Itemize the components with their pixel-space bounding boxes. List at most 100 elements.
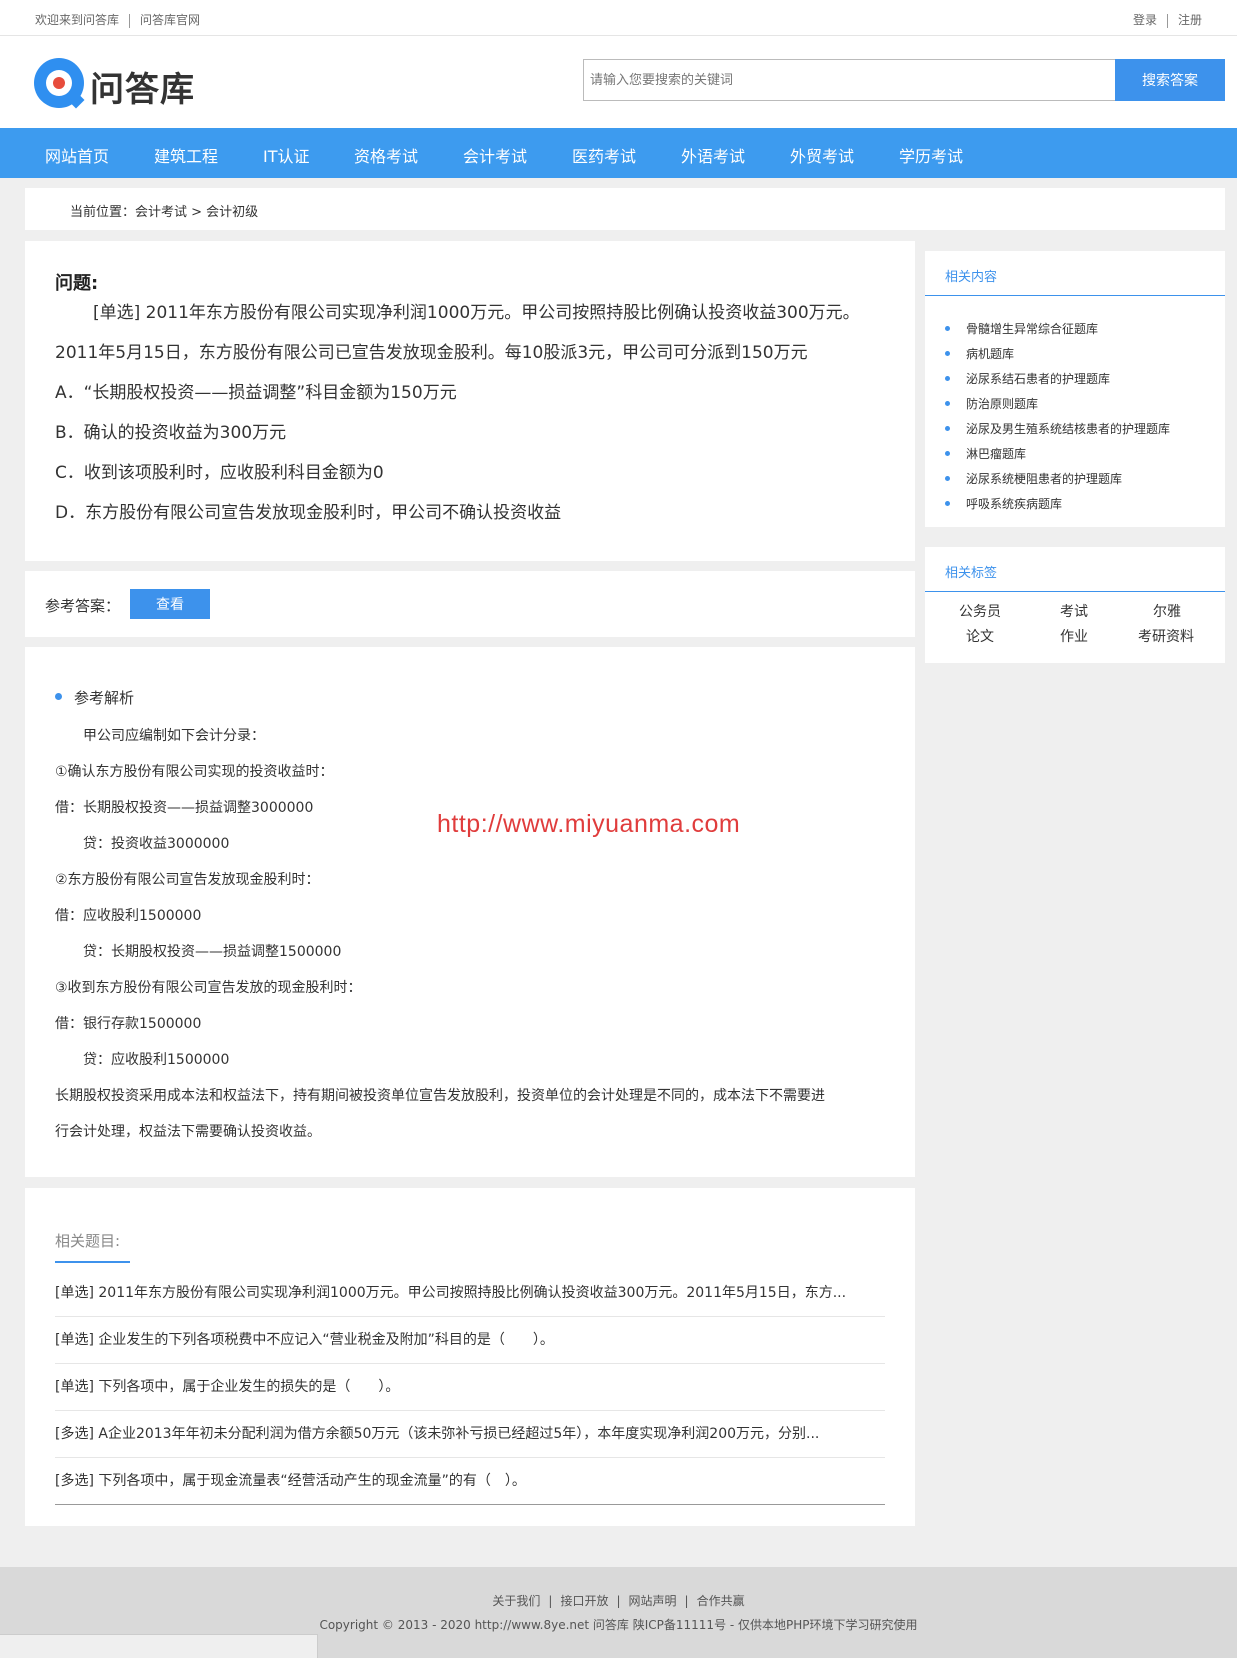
search-box: 搜索答案 bbox=[583, 59, 1225, 101]
footer: 关于我们 | 接口开放 | 网站声明 | 合作共赢 Copyright © 2013 - 2… bbox=[0, 1567, 1237, 1658]
sidebar-related-list: 骨髓增生异常综合征题库 病机题库 泌尿系结石患者的护理题库 防治原则题库 泌尿及… bbox=[945, 317, 1170, 517]
tag-item[interactable]: 考试 bbox=[1060, 601, 1088, 621]
related-question-item[interactable]: [单选] 下列各项中，属于企业发生的损失的是（ ）。 bbox=[55, 1364, 885, 1411]
bullet-icon bbox=[945, 401, 950, 406]
bullet-icon bbox=[945, 501, 950, 506]
search-input[interactable] bbox=[583, 59, 1115, 101]
divider bbox=[129, 13, 131, 28]
related-questions-card: 相关题目: [单选] 2011年东方股份有限公司实现净利润1000万元。甲公司按… bbox=[25, 1188, 915, 1526]
answer-card: 参考答案： 查看 bbox=[25, 571, 915, 637]
sidebar-related-label: 淋巴瘤题库 bbox=[966, 447, 1027, 461]
answer-label: 参考答案： bbox=[45, 597, 121, 615]
footer-link-cooperation[interactable]: 合作共赢 bbox=[697, 1594, 745, 1608]
explanation-line: 借：银行存款1500000 bbox=[55, 1016, 202, 1032]
sidebar-related-item[interactable]: 泌尿系统梗阻患者的护理题库 bbox=[945, 467, 1170, 492]
sidebar-tags-title: 相关标签 bbox=[945, 566, 998, 581]
tag-item[interactable]: 考研资料 bbox=[1138, 626, 1194, 646]
explanation-line: ③收到东方股份有限公司宣告发放的现金股利时： bbox=[55, 980, 362, 996]
explanation-line: 贷：应收股利1500000 bbox=[55, 1052, 230, 1068]
related-question-item[interactable]: [多选] A企业2013年年初未分配利润为借方余额50万元（该未弥补亏损已经超过… bbox=[55, 1411, 885, 1458]
related-question-item[interactable]: [单选] 2011年东方股份有限公司实现净利润1000万元。甲公司按照持股比例确… bbox=[55, 1270, 885, 1317]
nav-item-language[interactable]: 外语考试 bbox=[681, 143, 745, 167]
sidebar-related-label: 防治原则题库 bbox=[966, 397, 1039, 411]
sidebar-related-label: 病机题库 bbox=[966, 347, 1015, 361]
explanation-line: ②东方股份有限公司宣告发放现金股利时： bbox=[55, 872, 320, 888]
nav-item-it[interactable]: IT认证 bbox=[263, 143, 310, 167]
footer-copyright: Copyright © 2013 - 2020 http://www.8ye.n… bbox=[319, 1618, 918, 1632]
divider bbox=[925, 591, 1225, 592]
divider: | bbox=[616, 1594, 621, 1608]
sidebar-related-label: 骨髓增生异常综合征题库 bbox=[966, 322, 1099, 336]
register-link[interactable]: 注册 bbox=[1178, 13, 1202, 27]
option-a: A．“长期股权投资——损益调整”科目金额为150万元 bbox=[55, 383, 457, 403]
welcome-link[interactable]: 欢迎来到问答库 bbox=[35, 13, 119, 27]
header: 问答库 搜索答案 bbox=[0, 36, 1237, 128]
explanation-heading: 参考解析 bbox=[55, 687, 134, 708]
sidebar-related-content: 相关内容 骨髓增生异常综合征题库 病机题库 泌尿系结石患者的护理题库 防治原则题… bbox=[925, 251, 1225, 527]
nav-item-degree[interactable]: 学历考试 bbox=[899, 143, 963, 167]
tag-item[interactable]: 作业 bbox=[1060, 626, 1088, 646]
option-b: B．确认的投资收益为300万元 bbox=[55, 423, 287, 443]
explanation-text: 甲公司应编制如下会计分录： ①确认东方股份有限公司实现的投资收益时： 借：长期股… bbox=[55, 718, 885, 1150]
explanation-line: 借：应收股利1500000 bbox=[55, 908, 202, 924]
explanation-line: 贷：长期股权投资——损益调整1500000 bbox=[55, 944, 342, 960]
divider: | bbox=[548, 1594, 553, 1608]
footer-link-about[interactable]: 关于我们 bbox=[492, 1594, 540, 1608]
sidebar-related-item[interactable]: 防治原则题库 bbox=[945, 392, 1170, 417]
sidebar-related-item[interactable]: 骨髓增生异常综合征题库 bbox=[945, 317, 1170, 342]
tag-item[interactable]: 论文 bbox=[966, 626, 994, 646]
login-link[interactable]: 登录 bbox=[1133, 13, 1157, 27]
sidebar-related-item[interactable]: 淋巴瘤题库 bbox=[945, 442, 1170, 467]
explanation-line: 长期股权投资采用成本法和权益法下，持有期间被投资单位宣告发放股利，投资单位的会计… bbox=[55, 1088, 825, 1104]
sidebar-related-label: 泌尿系结石患者的护理题库 bbox=[966, 372, 1111, 386]
nav-item-medical[interactable]: 医药考试 bbox=[572, 143, 636, 167]
bullet-icon bbox=[55, 693, 62, 700]
logo-text: 问答库 bbox=[90, 70, 195, 110]
sidebar-related-label: 泌尿及男生殖系统结核患者的护理题库 bbox=[966, 422, 1171, 436]
explanation-heading-text: 参考解析 bbox=[74, 689, 135, 707]
view-answer-button[interactable]: 查看 bbox=[130, 589, 210, 619]
tag-item[interactable]: 公务员 bbox=[959, 601, 1001, 621]
nav-item-home[interactable]: 网站首页 bbox=[45, 143, 109, 167]
watermark-text: http://www.miyuanma.com bbox=[437, 810, 741, 838]
bullet-icon bbox=[945, 376, 950, 381]
divider: | bbox=[684, 1594, 689, 1608]
bottom-tab-strip bbox=[0, 1634, 318, 1658]
footer-link-statement[interactable]: 网站声明 bbox=[629, 1594, 677, 1608]
related-questions-title: 相关题目: bbox=[55, 1230, 130, 1263]
option-d: D．东方股份有限公司宣告发放现金股利时，甲公司不确认投资收益 bbox=[55, 503, 562, 523]
nav-item-qualification[interactable]: 资格考试 bbox=[354, 143, 418, 167]
sidebar-related-item[interactable]: 呼吸系统疾病题库 bbox=[945, 492, 1170, 517]
top-bar-left: 欢迎来到问答库 问答库官网 bbox=[35, 11, 200, 28]
related-question-item[interactable]: [多选] 下列各项中，属于现金流量表“经营活动产生的现金流量”的有（ ）。 bbox=[55, 1458, 885, 1505]
divider bbox=[1166, 13, 1168, 28]
sidebar-related-item[interactable]: 病机题库 bbox=[945, 342, 1170, 367]
search-button[interactable]: 搜索答案 bbox=[1115, 59, 1225, 101]
official-site-link[interactable]: 问答库官网 bbox=[140, 13, 200, 27]
question-card: 问题: [单选] 2011年东方股份有限公司实现净利润1000万元。甲公司按照持… bbox=[25, 241, 915, 561]
explanation-line: 行会计处理，权益法下需要确认投资收益。 bbox=[55, 1124, 321, 1140]
sidebar-related-item[interactable]: 泌尿系结石患者的护理题库 bbox=[945, 367, 1170, 392]
footer-link-api[interactable]: 接口开放 bbox=[560, 1594, 608, 1608]
sidebar-related-label: 泌尿系统梗阻患者的护理题库 bbox=[966, 472, 1123, 486]
bullet-icon bbox=[945, 426, 950, 431]
nav-item-accounting[interactable]: 会计考试 bbox=[463, 143, 527, 167]
top-bar: 欢迎来到问答库 问答库官网 登录 注册 bbox=[0, 0, 1237, 36]
related-questions-list: [单选] 2011年东方股份有限公司实现净利润1000万元。甲公司按照持股比例确… bbox=[55, 1270, 885, 1505]
bullet-icon bbox=[945, 326, 950, 331]
question-body: [单选] 2011年东方股份有限公司实现净利润1000万元。甲公司按照持股比例确… bbox=[55, 303, 860, 363]
explanation-line: ①确认东方股份有限公司实现的投资收益时： bbox=[55, 764, 334, 780]
divider bbox=[925, 295, 1225, 296]
bullet-icon bbox=[945, 351, 950, 356]
footer-links: 关于我们 | 接口开放 | 网站声明 | 合作共赢 bbox=[0, 1592, 1237, 1609]
tag-item[interactable]: 尔雅 bbox=[1153, 601, 1181, 621]
nav-item-trade[interactable]: 外贸考试 bbox=[790, 143, 854, 167]
sidebar-related-label: 呼吸系统疾病题库 bbox=[966, 497, 1063, 511]
option-c: C．收到该项股利时，应收股利科目金额为0 bbox=[55, 463, 384, 483]
sidebar-related-item[interactable]: 泌尿及男生殖系统结核患者的护理题库 bbox=[945, 417, 1170, 442]
nav-item-construction[interactable]: 建筑工程 bbox=[154, 143, 218, 167]
top-bar-right: 登录 注册 bbox=[1133, 11, 1202, 28]
related-question-item[interactable]: [单选] 企业发生的下列各项税费中不应记入“营业税金及附加”科目的是（ ）。 bbox=[55, 1317, 885, 1364]
sidebar-related-tags: 相关标签 公务员 考试 尔雅 论文 作业 考研资料 bbox=[925, 547, 1225, 663]
breadcrumb: 当前位置：会计考试 > 会计初级 bbox=[25, 188, 1225, 230]
